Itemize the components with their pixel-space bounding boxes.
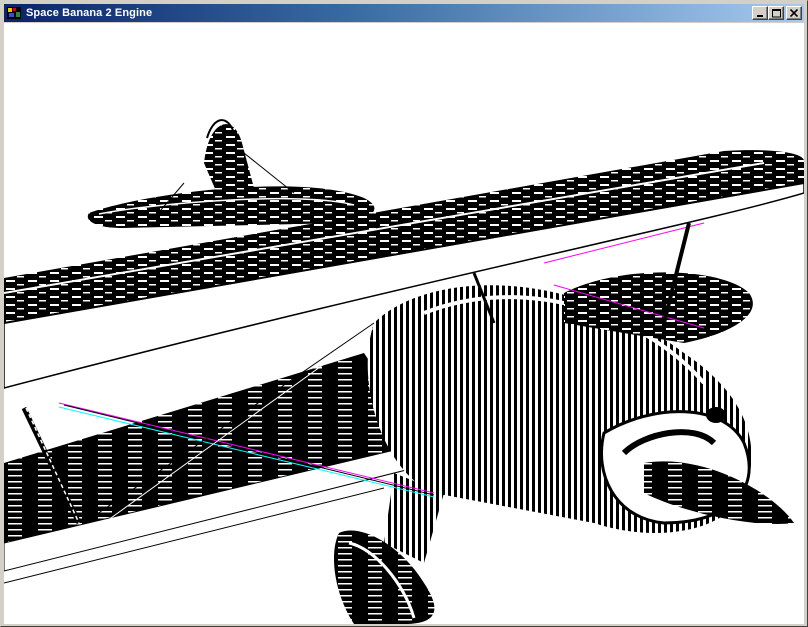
close-icon [790, 9, 798, 17]
minimize-button[interactable] [752, 6, 768, 20]
maximize-button[interactable] [768, 6, 784, 20]
maximize-icon [771, 8, 781, 17]
render-viewport[interactable] [4, 23, 804, 624]
minimize-icon [757, 15, 763, 17]
app-window: Space Banana 2 Engine [0, 0, 808, 627]
window-title: Space Banana 2 Engine [26, 7, 153, 19]
close-button[interactable] [786, 6, 802, 20]
title-bar[interactable]: Space Banana 2 Engine [4, 4, 804, 22]
tail-fin [204, 119, 254, 198]
app-engine-icon[interactable] [6, 6, 22, 20]
caption-buttons [752, 6, 802, 20]
biplane-render [4, 119, 804, 624]
